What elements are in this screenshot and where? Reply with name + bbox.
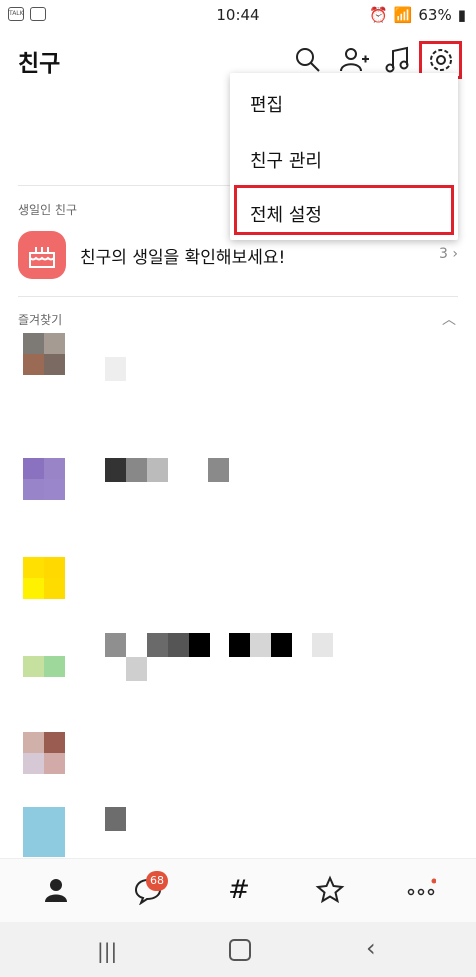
- star-icon[interactable]: [315, 875, 345, 905]
- more-icon[interactable]: [406, 875, 437, 905]
- favorite-avatar[interactable]: [23, 557, 65, 599]
- search-icon[interactable]: [292, 44, 324, 76]
- overflow-menu: 편집 친구 관리 전체 설정: [230, 73, 458, 240]
- add-friend-icon[interactable]: [338, 44, 370, 76]
- birthday-count-value: 3: [439, 246, 448, 262]
- friends-icon[interactable]: [41, 875, 71, 905]
- alarm-icon: ⏰: [369, 6, 388, 24]
- bottom-navigation: #: [0, 858, 476, 923]
- chevron-right-icon: ›: [452, 246, 458, 262]
- favorite-avatar[interactable]: [23, 333, 65, 375]
- favorite-avatar[interactable]: [23, 458, 65, 500]
- battery-percent: 63%: [418, 6, 452, 24]
- collapse-chevron-icon[interactable]: ︿: [442, 309, 456, 329]
- menu-item-all-settings[interactable]: 전체 설정: [250, 201, 322, 227]
- birthday-section-label: 생일인 친구: [18, 203, 78, 217]
- music-icon[interactable]: [382, 44, 414, 76]
- home-icon[interactable]: [229, 939, 251, 961]
- system-navigation-bar: ||| ‹: [0, 922, 476, 977]
- divider: [18, 296, 458, 297]
- favorites-section-label: 즐겨찾기: [18, 313, 63, 327]
- settings-icon[interactable]: [425, 44, 457, 76]
- menu-item-manage-friends[interactable]: 친구 관리: [250, 147, 322, 173]
- battery-icon: ▮: [457, 6, 466, 24]
- page-title: 친구: [18, 51, 61, 77]
- back-icon[interactable]: ‹: [366, 934, 376, 962]
- birthday-count[interactable]: 3 ›: [439, 246, 458, 262]
- chat-unread-badge: 68: [146, 871, 168, 891]
- status-bar: TALK 10:44 ⏰ 📶 63% ▮: [0, 0, 476, 30]
- wifi-icon: 📶: [393, 6, 413, 24]
- hashtag-icon[interactable]: #: [224, 875, 254, 905]
- birthday-check-text[interactable]: 친구의 생일을 확인해보세요!: [80, 243, 285, 268]
- favorite-avatar[interactable]: [23, 807, 65, 857]
- recent-apps-icon[interactable]: |||: [97, 939, 117, 963]
- birthday-cake-icon: [18, 231, 66, 279]
- favorite-avatar[interactable]: [23, 732, 65, 774]
- menu-item-edit[interactable]: 편집: [250, 91, 283, 117]
- favorite-avatar[interactable]: [23, 656, 65, 698]
- status-right: ⏰ 📶 63% ▮: [369, 6, 466, 24]
